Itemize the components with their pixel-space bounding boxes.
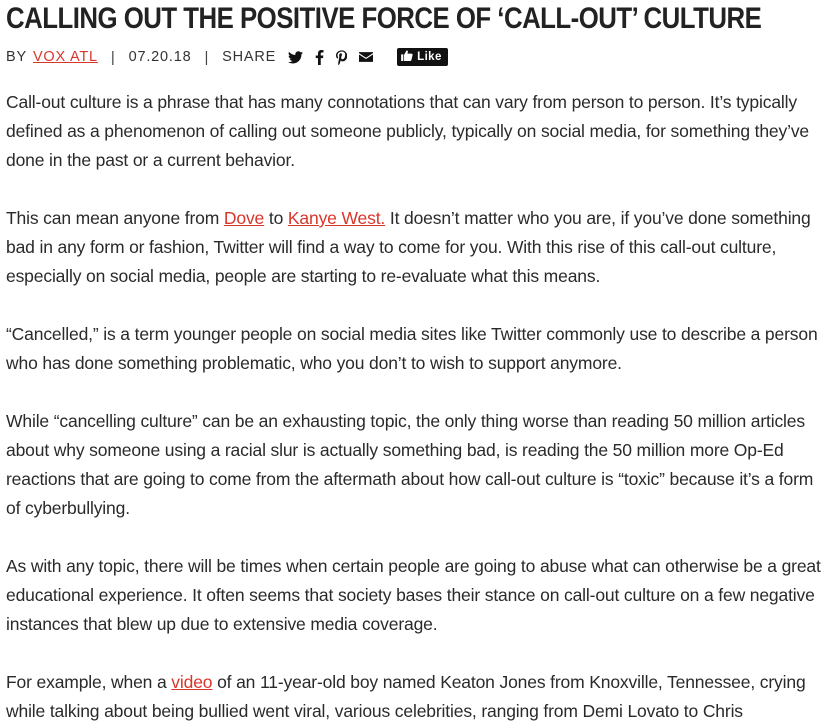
article-title: CALLING OUT THE POSITIVE FORCE OF ‘CALL-… bbox=[6, 2, 762, 35]
paragraph-text: to bbox=[264, 208, 288, 228]
thumbs-up-icon bbox=[401, 50, 413, 64]
paragraph-text: While “cancelling culture” can be an exh… bbox=[6, 411, 814, 518]
paragraph: Call-out culture is a phrase that has ma… bbox=[6, 88, 824, 175]
kanye-west-link[interactable]: Kanye West. bbox=[288, 208, 385, 228]
paragraph-text: This can mean anyone from bbox=[6, 208, 224, 228]
share-icons bbox=[288, 49, 374, 65]
byline: BY VOX ATL | 07.20.18 | SHARE Like bbox=[6, 45, 824, 69]
video-link[interactable]: video bbox=[171, 672, 212, 692]
like-label: Like bbox=[417, 51, 442, 63]
paragraph: While “cancelling culture” can be an exh… bbox=[6, 407, 824, 523]
byline-divider: | bbox=[110, 48, 116, 66]
paragraph: For example, when a video of an 11-year-… bbox=[6, 668, 824, 726]
facebook-icon[interactable] bbox=[315, 49, 324, 65]
paragraph: “Cancelled,” is a term younger people on… bbox=[6, 320, 824, 378]
byline-divider: | bbox=[204, 48, 210, 66]
paragraph: This can mean anyone from Dove to Kanye … bbox=[6, 204, 824, 291]
email-icon[interactable] bbox=[359, 52, 374, 62]
paragraph: As with any topic, there will be times w… bbox=[6, 552, 824, 639]
facebook-like-button[interactable]: Like bbox=[397, 48, 448, 66]
paragraph-text: As with any topic, there will be times w… bbox=[6, 556, 821, 634]
paragraph-text: For example, when a bbox=[6, 672, 172, 692]
article-body: Call-out culture is a phrase that has ma… bbox=[6, 88, 824, 726]
twitter-icon[interactable] bbox=[288, 50, 304, 64]
paragraph-text: Call-out culture is a phrase that has ma… bbox=[6, 92, 810, 170]
share-label: SHARE bbox=[222, 49, 277, 65]
article: CALLING OUT THE POSITIVE FORCE OF ‘CALL-… bbox=[6, 0, 824, 728]
pinterest-icon[interactable] bbox=[336, 49, 348, 65]
byline-by-label: BY bbox=[6, 49, 27, 65]
paragraph-text: “Cancelled,” is a term younger people on… bbox=[6, 324, 818, 373]
author-link[interactable]: VOX ATL bbox=[33, 49, 98, 65]
publish-date: 07.20.18 bbox=[128, 49, 192, 65]
dove-link[interactable]: Dove bbox=[224, 208, 264, 228]
